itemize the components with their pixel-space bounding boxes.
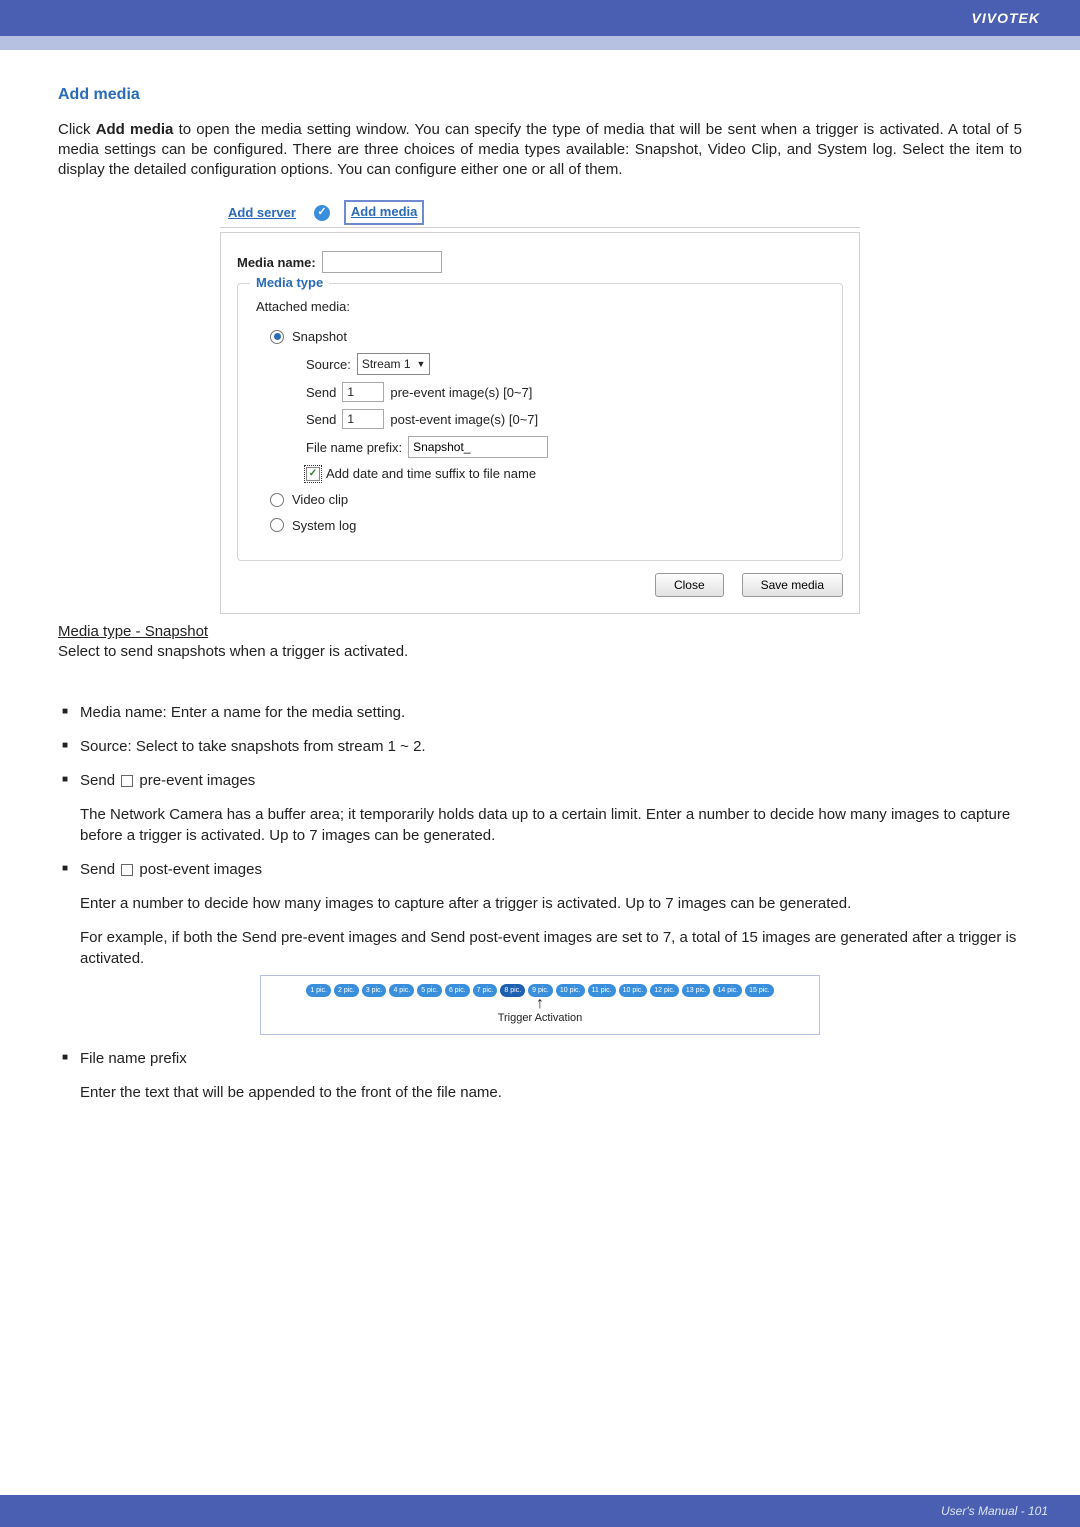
brand-text: VIVOTEK <box>972 10 1040 26</box>
diagram-pill: 15 pic. <box>745 984 774 997</box>
pre-event-suffix: pre-event image(s) [0~7] <box>390 384 532 402</box>
bullet-post-event: Send post-event images <box>58 860 1022 880</box>
bullet-source: Source: Select to take snapshots from st… <box>58 737 1022 757</box>
bullet-pre-after: pre-event images <box>139 772 255 789</box>
bullet-post-after: post-event images <box>139 861 262 878</box>
bullet-pre-send: Send <box>80 772 115 789</box>
page-content: Add media Click Add media to open the me… <box>0 50 1080 1103</box>
diagram-pill: 2 pic. <box>334 984 359 997</box>
close-button[interactable]: Close <box>655 573 724 597</box>
diagram-pill: 4 pic. <box>389 984 414 997</box>
brand-header: VIVOTEK <box>0 0 1080 36</box>
media-name-input[interactable] <box>322 251 442 273</box>
radio-video-label: Video clip <box>292 491 348 509</box>
explanation-section: Media type - Snapshot Select to send sna… <box>58 622 1022 1103</box>
bullet-file-prefix: File name prefix <box>58 1049 1022 1069</box>
send-pre-label: Send <box>306 384 336 402</box>
bullet-post-desc: Enter a number to decide how many images… <box>80 894 1022 914</box>
diagram-pill: 10 pic. <box>619 984 648 997</box>
bullet-pre-desc: The Network Camera has a buffer area; it… <box>80 805 1022 846</box>
dialog-button-row: Close Save media <box>237 573 843 597</box>
diagram-label: Trigger Activation <box>498 1011 583 1026</box>
fieldset-legend: Media type <box>250 274 329 292</box>
dialog-links-row: Add server ✓ Add media <box>220 198 860 228</box>
diagram-pill: 5 pic. <box>417 984 442 997</box>
intro-text-a: Click <box>58 121 96 138</box>
checkbox-placeholder-icon <box>121 775 133 787</box>
diagram-pill: 1 pic. <box>306 984 331 997</box>
diagram-pill: 8 pic. <box>500 984 525 997</box>
checkbox-placeholder-icon <box>121 864 133 876</box>
check-icon: ✓ <box>314 205 330 221</box>
add-date-suffix-checkbox[interactable]: ✓ <box>306 467 320 481</box>
intro-text-c: to open the media setting window. You ca… <box>58 121 1022 179</box>
radio-snapshot-label: Snapshot <box>292 328 347 346</box>
radio-video-clip[interactable]: Video clip <box>270 491 824 509</box>
prefix-label: File name prefix: <box>306 439 402 457</box>
sub-band <box>0 36 1080 50</box>
dialog-panel: Media name: Media type Attached media: S… <box>220 232 860 614</box>
bullet-post-example: For example, if both the Send pre-event … <box>80 928 1022 969</box>
diagram-pill: 7 pic. <box>473 984 498 997</box>
media-name-label: Media name: <box>237 254 316 272</box>
source-value: Stream 1 <box>362 356 411 372</box>
media-type-sub: Select to send snapshots when a trigger … <box>58 642 1022 662</box>
diagram-pill: 6 pic. <box>445 984 470 997</box>
radio-system-log[interactable]: System log <box>270 517 824 535</box>
post-event-suffix: post-event image(s) [0~7] <box>390 411 538 429</box>
page-footer: User's Manual - 101 <box>0 1495 1080 1527</box>
bullet-pre-event: Send pre-event images <box>58 771 1022 791</box>
trigger-diagram: 1 pic.2 pic.3 pic.4 pic.5 pic.6 pic.7 pi… <box>260 975 820 1035</box>
radio-snapshot[interactable]: Snapshot <box>270 328 824 346</box>
pre-event-count-input[interactable]: 1 <box>342 382 384 402</box>
add-media-link[interactable]: Add media <box>351 204 417 219</box>
diagram-pill: 14 pic. <box>713 984 742 997</box>
bullet-post-send: Send <box>80 861 115 878</box>
intro-paragraph: Click Add media to open the media settin… <box>58 120 1022 181</box>
source-select[interactable]: Stream 1 ▼ <box>357 353 431 375</box>
add-server-link[interactable]: Add server <box>228 204 296 222</box>
media-type-heading: Media type - Snapshot <box>58 622 1022 642</box>
diagram-pill: 12 pic. <box>650 984 679 997</box>
radio-dot-checked-icon[interactable] <box>270 330 284 344</box>
page-number: User's Manual - 101 <box>941 1504 1048 1518</box>
diagram-pill: 10 pic. <box>556 984 585 997</box>
media-type-fieldset: Media type Attached media: Snapshot Sour… <box>237 283 843 561</box>
radio-dot-empty-icon[interactable] <box>270 518 284 532</box>
media-name-row: Media name: <box>237 251 843 273</box>
add-date-suffix-label: Add date and time suffix to file name <box>326 465 536 483</box>
filename-prefix-input[interactable] <box>408 436 548 458</box>
radio-syslog-label: System log <box>292 517 356 535</box>
intro-bold: Add media <box>96 121 174 138</box>
media-dialog-screenshot: Add server ✓ Add media Media name: Media… <box>220 198 860 614</box>
add-media-link-box[interactable]: Add media <box>344 200 424 225</box>
bullet-file-prefix-desc: Enter the text that will be appended to … <box>80 1083 1022 1103</box>
radio-dot-empty-icon[interactable] <box>270 493 284 507</box>
arrow-up-icon: ↑ <box>536 999 544 1009</box>
source-label: Source: <box>306 356 351 374</box>
section-title: Add media <box>58 84 1022 106</box>
bullet-media-name: Media name: Enter a name for the media s… <box>58 703 1022 723</box>
send-post-label: Send <box>306 411 336 429</box>
save-media-button[interactable]: Save media <box>742 573 843 597</box>
snapshot-options: Source: Stream 1 ▼ Send 1 pre-event imag… <box>306 353 824 483</box>
chevron-down-icon: ▼ <box>417 358 426 370</box>
attached-media-label: Attached media: <box>256 298 824 316</box>
post-event-count-input[interactable]: 1 <box>342 409 384 429</box>
diagram-pill: 11 pic. <box>588 984 616 997</box>
diagram-pill: 3 pic. <box>362 984 387 997</box>
diagram-pill: 13 pic. <box>682 984 711 997</box>
